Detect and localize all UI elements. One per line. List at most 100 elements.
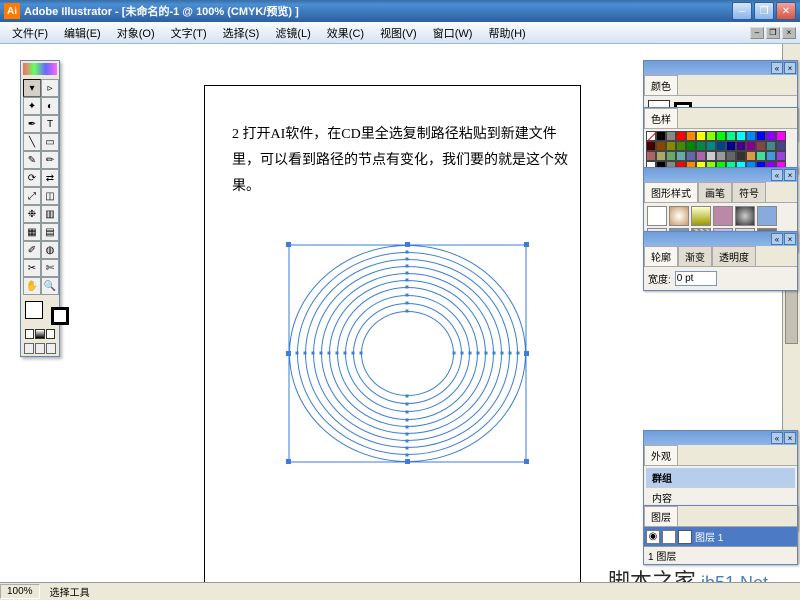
magic-wand-tool[interactable]: ✦: [23, 97, 41, 115]
line-tool[interactable]: ╲: [23, 133, 41, 151]
style-swatch[interactable]: [735, 206, 755, 226]
panel-close-icon[interactable]: ×: [784, 169, 796, 181]
collapse-icon[interactable]: «: [771, 62, 783, 74]
swatch[interactable]: [716, 151, 726, 161]
full-screen-menu-mode[interactable]: [35, 343, 45, 354]
swatch[interactable]: [716, 141, 726, 151]
menu-edit[interactable]: 编辑(E): [56, 23, 109, 43]
swatch[interactable]: [686, 151, 696, 161]
toolbox-panel[interactable]: ▾▹ ✦◐ ✒T ╲▭ ✎✏ ⟳⇄ ⤢◫ ❉▥ ▦▤ ✐◍ ✂✄ ✋🔍: [20, 60, 60, 357]
appearance-tab[interactable]: 外观: [644, 445, 678, 465]
gradient-tool[interactable]: ▤: [41, 223, 59, 241]
swatch[interactable]: [686, 141, 696, 151]
swatch[interactable]: [696, 131, 706, 141]
stroke-tab[interactable]: 轮廓: [644, 246, 678, 266]
layer-row[interactable]: ◉ 图层 1: [644, 527, 797, 546]
symbols-tab[interactable]: 符号: [732, 182, 766, 202]
eyedropper-tool[interactable]: ✐: [23, 241, 41, 259]
color-mode-chip[interactable]: [25, 329, 34, 339]
transparency-tab[interactable]: 透明度: [712, 246, 756, 266]
full-screen-mode[interactable]: [46, 343, 56, 354]
zoom-level[interactable]: 100%: [0, 584, 40, 599]
type-tool[interactable]: T: [41, 115, 59, 133]
swatch[interactable]: [776, 151, 786, 161]
swatch[interactable]: [686, 131, 696, 141]
doc-minimize-button[interactable]: –: [750, 27, 764, 39]
swatch[interactable]: [736, 131, 746, 141]
menu-window[interactable]: 窗口(W): [425, 23, 481, 43]
style-swatch[interactable]: [757, 206, 777, 226]
swatch[interactable]: [666, 131, 676, 141]
direct-selection-tool[interactable]: ▹: [41, 79, 59, 97]
menu-effect[interactable]: 效果(C): [319, 23, 372, 43]
panel-close-icon[interactable]: ×: [784, 62, 796, 74]
swatch[interactable]: [656, 141, 666, 151]
rotate-tool[interactable]: ⟳: [23, 169, 41, 187]
minimize-button[interactable]: –: [732, 2, 752, 20]
swatch[interactable]: [736, 151, 746, 161]
swatch[interactable]: [676, 151, 686, 161]
none-mode-chip[interactable]: [46, 329, 55, 339]
swatch[interactable]: [756, 141, 766, 151]
swatch[interactable]: [696, 141, 706, 151]
swatch[interactable]: [646, 141, 656, 151]
graphic-styles-tab[interactable]: 图形样式: [644, 182, 698, 202]
gradient-mode-chip[interactable]: [35, 329, 44, 339]
swatch[interactable]: [726, 131, 736, 141]
maximize-button[interactable]: ❐: [754, 2, 774, 20]
swatch[interactable]: [766, 131, 776, 141]
brushes-tab[interactable]: 画笔: [698, 182, 732, 202]
layer-name[interactable]: 图层 1: [695, 529, 723, 544]
collapse-icon[interactable]: «: [771, 169, 783, 181]
swatch[interactable]: [736, 141, 746, 151]
swatch[interactable]: [726, 151, 736, 161]
menu-type[interactable]: 文字(T): [163, 23, 215, 43]
gradient-tab[interactable]: 渐变: [678, 246, 712, 266]
slice-tool[interactable]: ✂: [23, 259, 41, 277]
swatch[interactable]: [766, 151, 776, 161]
panel-close-icon[interactable]: ×: [784, 233, 796, 245]
stroke-panel[interactable]: «× 轮廓 渐变 透明度 宽度:: [643, 231, 798, 291]
swatch[interactable]: [666, 141, 676, 151]
swatch[interactable]: [656, 131, 666, 141]
reflect-tool[interactable]: ⇄: [41, 169, 59, 187]
style-swatch[interactable]: [669, 206, 689, 226]
fill-swatch[interactable]: [25, 301, 43, 319]
color-tab[interactable]: 颜色: [644, 75, 678, 95]
collapse-icon[interactable]: «: [771, 233, 783, 245]
menu-file[interactable]: 文件(F): [4, 23, 56, 43]
appearance-group-row[interactable]: 群组: [646, 468, 795, 488]
style-swatch[interactable]: [713, 206, 733, 226]
swatch[interactable]: [706, 131, 716, 141]
swatch[interactable]: [676, 141, 686, 151]
graph-tool[interactable]: ▥: [41, 205, 59, 223]
selection-tool[interactable]: ▾: [23, 79, 41, 97]
menu-object[interactable]: 对象(O): [109, 23, 163, 43]
blend-tool[interactable]: ◍: [41, 241, 59, 259]
swatches-tab[interactable]: 色样: [644, 108, 678, 128]
pen-tool[interactable]: ✒: [23, 115, 41, 133]
concentric-circles-art[interactable]: [285, 241, 530, 466]
paintbrush-tool[interactable]: ✎: [23, 151, 41, 169]
lasso-tool[interactable]: ◐: [41, 97, 59, 115]
layers-panel[interactable]: 图层 ◉ 图层 1 1 图层: [643, 505, 798, 565]
swatch[interactable]: [646, 131, 656, 141]
style-swatch[interactable]: [647, 206, 667, 226]
swatch[interactable]: [656, 151, 666, 161]
free-transform-tool[interactable]: ◫: [41, 187, 59, 205]
menu-view[interactable]: 视图(V): [372, 23, 425, 43]
hand-tool[interactable]: ✋: [23, 277, 41, 295]
menu-help[interactable]: 帮助(H): [480, 23, 533, 43]
swatch[interactable]: [756, 151, 766, 161]
stroke-width-input[interactable]: [675, 271, 717, 286]
swatch[interactable]: [746, 131, 756, 141]
swatch[interactable]: [746, 151, 756, 161]
doc-close-button[interactable]: ×: [782, 27, 796, 39]
swatch[interactable]: [696, 151, 706, 161]
scale-tool[interactable]: ⤢: [23, 187, 41, 205]
mesh-tool[interactable]: ▦: [23, 223, 41, 241]
doc-restore-button[interactable]: ❐: [766, 27, 780, 39]
swatch[interactable]: [646, 151, 656, 161]
swatch[interactable]: [716, 131, 726, 141]
swatch[interactable]: [746, 141, 756, 151]
